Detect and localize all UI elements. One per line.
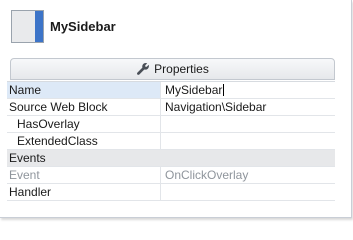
property-value-text: MySidebar [165,83,223,97]
category-label: Events [9,151,46,165]
widget-title: MySidebar [50,19,116,34]
sidebar-accent-bar [35,11,43,42]
property-name: Handler [7,184,161,200]
property-value[interactable] [161,184,335,200]
category-events[interactable]: Events [7,150,335,167]
property-name: ExtendedClass [7,133,161,149]
tab-properties[interactable]: Properties [10,58,335,80]
property-row-hasoverlay[interactable]: HasOverlay [7,116,335,133]
property-name: HasOverlay [7,116,161,132]
text-caret [223,84,225,96]
property-row-event: Event OnClickOverlay [7,167,335,184]
property-row-handler[interactable]: Handler [7,184,335,201]
property-value: OnClickOverlay [165,168,249,182]
property-value[interactable] [161,133,335,149]
properties-panel: MySidebar Properties Name MySidebar Sour… [0,0,352,218]
property-value[interactable] [161,116,335,132]
property-row-extendedclass[interactable]: ExtendedClass [7,133,335,150]
tab-label: Properties [154,62,209,76]
property-value-input[interactable]: MySidebar [161,82,335,98]
property-value[interactable]: Navigation\Sidebar [161,99,335,115]
property-grid: Name MySidebar Source Web Block Navigati… [7,81,335,201]
property-name: Event [7,167,161,183]
wrench-icon [137,63,150,75]
property-name: Name [7,82,161,98]
property-name: Source Web Block [7,99,161,115]
header: MySidebar [0,0,343,56]
property-row-name[interactable]: Name MySidebar [7,82,335,99]
property-row-source-web-block[interactable]: Source Web Block Navigation\Sidebar [7,99,335,116]
sidebar-widget-icon [11,10,44,43]
